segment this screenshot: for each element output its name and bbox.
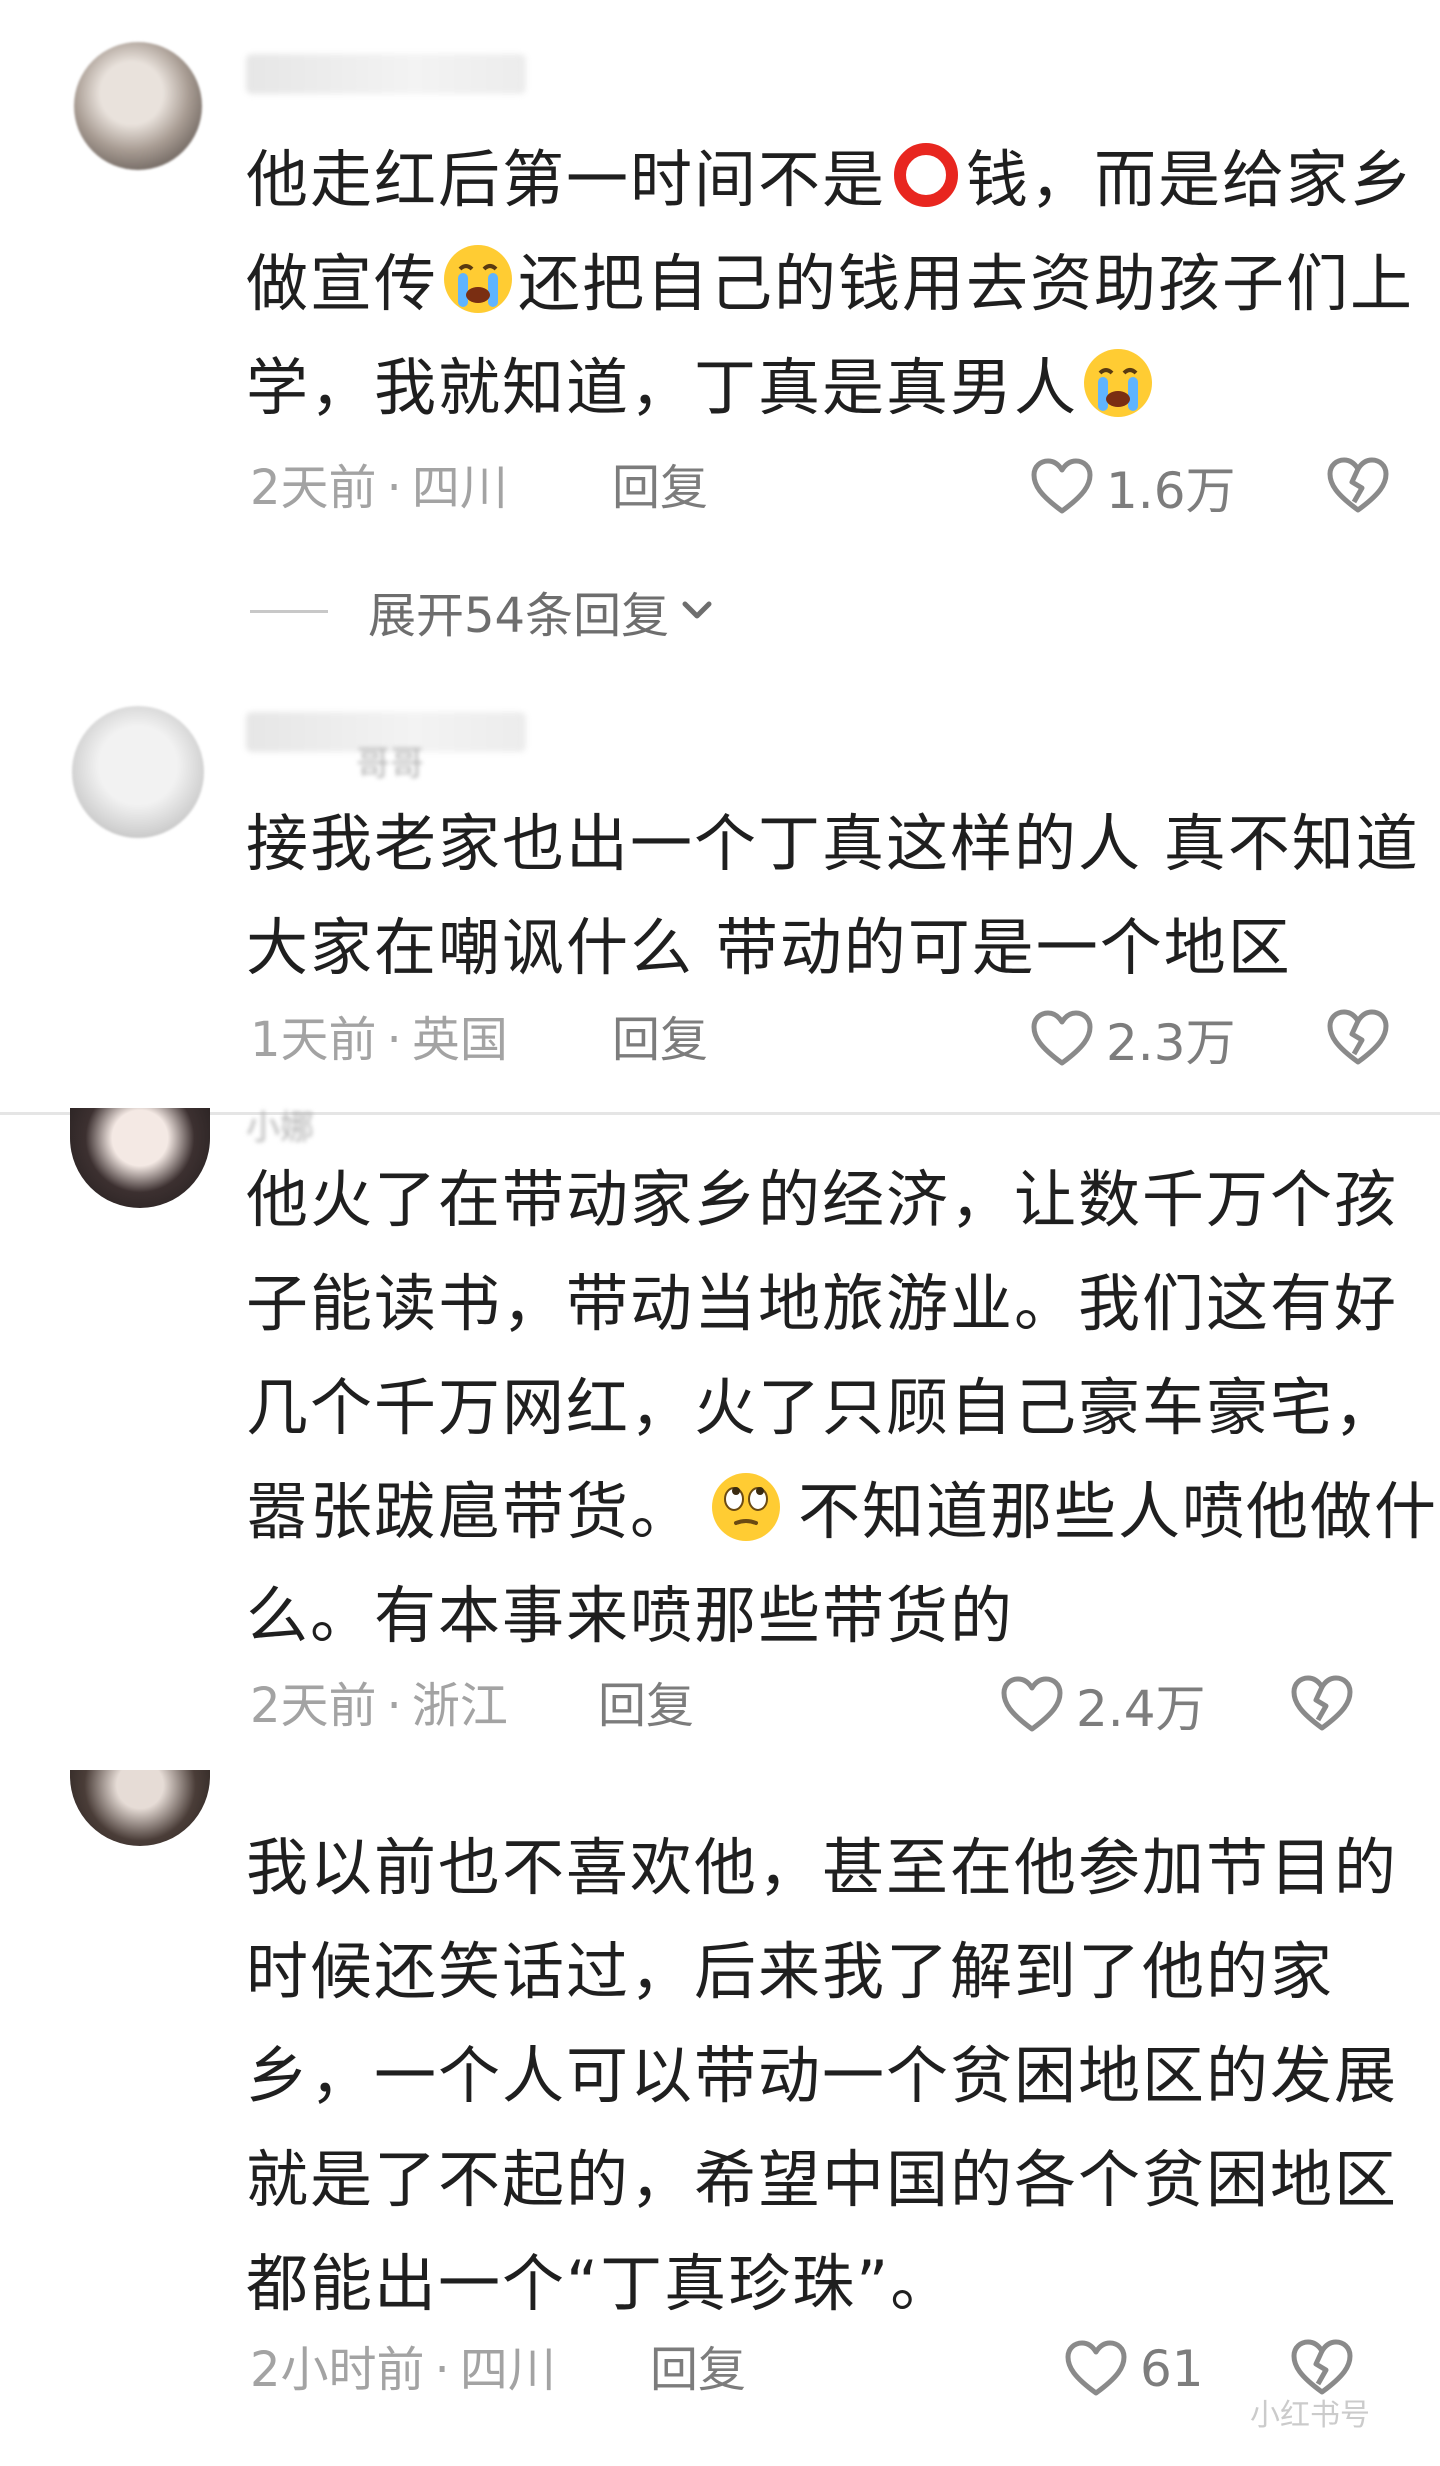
location: 四川 xyxy=(411,460,508,516)
avatar[interactable] xyxy=(70,1770,210,1846)
red-circle-emoji xyxy=(894,143,959,207)
like-button[interactable]: 1.6万 xyxy=(1030,452,1236,522)
timestamp: 2天前 xyxy=(250,1678,377,1734)
separator-dot: · xyxy=(386,460,402,516)
screenshot-divider xyxy=(0,1112,1440,1115)
broken-heart-icon xyxy=(1290,2338,1354,2398)
text-segment: 学，我就知道，丁真是真男人 xyxy=(246,351,1079,424)
avatar[interactable] xyxy=(74,42,202,170)
text-line: 他火了在带动家乡的经济，让数千万个孩 xyxy=(246,1163,1399,1236)
comment-text: 接我老家也出一个丁真这样的人 真不知道 大家在嘲讽什么 带动的可是一个地区 xyxy=(246,792,1420,1000)
expand-divider xyxy=(250,609,328,613)
heart-outline-icon xyxy=(1030,1009,1094,1069)
dislike-button[interactable] xyxy=(1290,2338,1354,2398)
comment-text: 他火了在带动家乡的经济，让数千万个孩 子能读书，带动当地旅游业。我们这有好 几个… xyxy=(246,1148,1438,1668)
text-segment: 还把自己的钱用去资助孩子们上 xyxy=(518,247,1415,320)
crying-face-emoji xyxy=(1084,349,1153,417)
comment-meta: 1天前 · 英国 xyxy=(250,1010,508,1070)
heart-outline-icon xyxy=(1000,1675,1064,1735)
text-line: 都能出一个“丁真珍珠”。 xyxy=(246,2247,955,2320)
heart-outline-icon xyxy=(1030,457,1094,517)
text-segment: 嚣张跋扈带货。 xyxy=(246,1475,695,1548)
reply-button[interactable]: 回复 xyxy=(598,1676,694,1736)
chevron-down-icon xyxy=(679,596,715,626)
separator-dot: · xyxy=(386,1012,402,1068)
dislike-button[interactable] xyxy=(1290,1674,1354,1734)
separator-dot: · xyxy=(434,2342,450,2398)
broken-heart-icon xyxy=(1326,456,1390,516)
reply-button[interactable]: 回复 xyxy=(650,2340,746,2400)
text-line: 时候还笑话过，后来我了解到了他的家 xyxy=(246,1935,1335,2008)
heart-outline-icon xyxy=(1064,2339,1128,2399)
comment-meta: 2天前 · 浙江 xyxy=(250,1676,508,1736)
text-segment: 钱，而是给家乡 xyxy=(966,143,1415,216)
reply-button[interactable]: 回复 xyxy=(612,458,708,518)
location: 英国 xyxy=(411,1012,508,1068)
username-blurred[interactable] xyxy=(246,54,526,94)
text-line: 么。有本事来喷那些带货的 xyxy=(246,1579,1015,1652)
broken-heart-icon xyxy=(1326,1008,1390,1068)
expand-replies-label: 展开54条回复 xyxy=(368,588,670,644)
text-segment: 他走红后第一时间不是 xyxy=(246,143,887,216)
text-line: 大家在嘲讽什么 带动的可是一个地区 xyxy=(246,911,1292,984)
comment-text: 我以前也不喜欢他，甚至在他参加节目的 时候还笑话过，后来我了解到了他的家 乡，一… xyxy=(246,1816,1398,2336)
like-count: 61 xyxy=(1140,2340,1204,2398)
like-button[interactable]: 2.4万 xyxy=(1000,1670,1206,1740)
reply-button[interactable]: 回复 xyxy=(612,1010,708,1070)
text-line: 几个千万网红，火了只顾自己豪车豪宅， xyxy=(246,1371,1399,1444)
timestamp: 1天前 xyxy=(250,1012,377,1068)
comment-text: 他走红后第一时间不是 钱，而是给家乡 做宣传 还把自己的钱用去资助孩子们上 学，我就… xyxy=(246,128,1414,440)
avatar[interactable] xyxy=(72,706,204,838)
text-line: 就是了不起的，希望中国的各个贫困地区 xyxy=(246,2143,1399,2216)
text-line: 乡，一个人可以带动一个贫困地区的发展 xyxy=(246,2039,1399,2112)
text-line: 子能读书，带动当地旅游业。我们这有好 xyxy=(246,1267,1399,1340)
timestamp: 2小时前 xyxy=(250,2342,425,2398)
eye-roll-emoji xyxy=(712,1473,781,1541)
text-segment: 不知道那些人喷他做什 xyxy=(798,1475,1439,1548)
timestamp: 2天前 xyxy=(250,460,377,516)
comment-meta: 2小时前 · 四川 xyxy=(250,2340,556,2400)
expand-replies[interactable]: 展开54条回复 xyxy=(250,576,715,646)
dislike-button[interactable] xyxy=(1326,1008,1390,1068)
comment-meta: 2天前 · 四川 xyxy=(250,458,508,518)
watermark: 小红书号 xyxy=(1250,2398,1370,2433)
broken-heart-icon xyxy=(1290,1674,1354,1734)
dislike-button[interactable] xyxy=(1326,456,1390,516)
text-line: 接我老家也出一个丁真这样的人 真不知道 xyxy=(246,807,1420,880)
username[interactable]: 小娜 xyxy=(246,1100,314,1149)
crying-face-emoji xyxy=(444,245,513,313)
location: 浙江 xyxy=(411,1678,508,1734)
separator-dot: · xyxy=(386,1678,402,1734)
location: 四川 xyxy=(459,2342,556,2398)
like-count: 1.6万 xyxy=(1106,462,1236,520)
like-button[interactable]: 61 xyxy=(1064,2334,1204,2404)
username[interactable]: 哥哥 xyxy=(356,736,424,785)
avatar[interactable] xyxy=(70,1108,210,1208)
text-segment: 做宣传 xyxy=(246,247,439,320)
like-count: 2.4万 xyxy=(1076,1680,1206,1738)
like-count: 2.3万 xyxy=(1106,1014,1236,1072)
text-line: 我以前也不喜欢他，甚至在他参加节目的 xyxy=(246,1831,1399,1904)
like-button[interactable]: 2.3万 xyxy=(1030,1004,1236,1074)
